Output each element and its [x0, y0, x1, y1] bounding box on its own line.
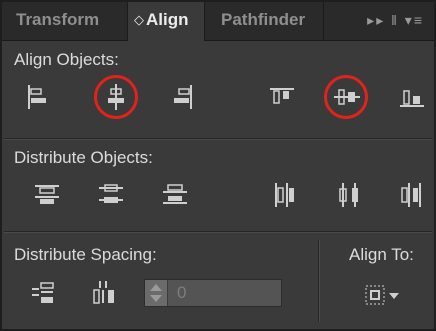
- vertical-distribute-center-icon: [99, 184, 123, 203]
- tab-bar: Transform ◇ Align Pathfinder ▸▸ ‖ ▾≡: [2, 2, 434, 41]
- tab-align[interactable]: ◇ Align: [128, 2, 204, 41]
- highlight-circle: [324, 75, 368, 119]
- tab-transform[interactable]: Transform: [2, 2, 128, 40]
- horizontal-distribute-right-icon: [401, 183, 421, 207]
- spacing-value[interactable]: 0: [177, 283, 186, 303]
- horizontal-distribute-space-button[interactable]: [90, 279, 120, 309]
- align-to-selection-icon: [365, 285, 399, 305]
- horizontal-distribute-right-button[interactable]: [397, 180, 427, 210]
- horizontal-distribute-center-button[interactable]: [335, 180, 365, 210]
- panel-menu-button[interactable]: ▸▸ ‖ ▾≡: [367, 2, 424, 40]
- horizontal-align-left-button[interactable]: [22, 82, 52, 112]
- horizontal-distribute-left-button[interactable]: [270, 180, 300, 210]
- highlight-circle: [94, 75, 138, 119]
- vertical-distribute-space-button[interactable]: [30, 279, 60, 309]
- tab-updown-icon: ◇: [134, 12, 144, 27]
- vertical-align-bottom-icon: [400, 90, 424, 107]
- vertical-distribute-bottom-icon: [163, 184, 187, 204]
- vertical-distribute-top-button[interactable]: [32, 180, 62, 210]
- align-panel: Transform ◇ Align Pathfinder ▸▸ ‖ ▾≡ Alig…: [0, 0, 436, 331]
- tab-pathfinder-label: Pathfinder: [221, 10, 306, 29]
- horizontal-distribute-left-icon: [275, 183, 294, 207]
- section-divider: [4, 138, 432, 140]
- align-objects-label: Align Objects:: [14, 50, 119, 69]
- vertical-distribute-bottom-button[interactable]: [160, 180, 190, 210]
- vertical-align-bottom-button[interactable]: [397, 82, 427, 112]
- spacing-value-field[interactable]: 0: [144, 279, 282, 307]
- vertical-align-top-icon: [270, 88, 294, 104]
- section-divider: [4, 231, 432, 233]
- align-to-dropdown[interactable]: [362, 282, 408, 310]
- horizontal-align-right-button[interactable]: [168, 82, 198, 112]
- vertical-distribute-space-icon: [32, 282, 54, 303]
- stepper-up-icon[interactable]: [150, 284, 162, 291]
- horizontal-distribute-center-icon: [339, 183, 358, 207]
- tab-transform-label: Transform: [16, 10, 100, 29]
- horizontal-align-right-icon: [174, 85, 192, 109]
- align-to-label: Align To:: [349, 245, 414, 264]
- horizontal-align-left-icon: [28, 85, 46, 109]
- horizontal-distribute-space-icon: [93, 281, 114, 304]
- distribute-spacing-label: Distribute Spacing:: [14, 245, 157, 264]
- stepper-down-icon[interactable]: [150, 295, 162, 302]
- vertical-distribute-top-icon: [35, 185, 59, 204]
- distribute-objects-label: Distribute Objects:: [14, 148, 153, 167]
- tab-align-label: Align: [146, 10, 189, 29]
- panel-menu-icon: ▸▸ ‖ ▾≡: [367, 12, 424, 28]
- vertical-divider: [318, 240, 320, 322]
- tab-pathfinder[interactable]: Pathfinder: [204, 2, 324, 40]
- chevron-down-icon: [389, 293, 399, 299]
- vertical-distribute-center-button[interactable]: [96, 180, 126, 210]
- vertical-align-top-button[interactable]: [267, 82, 297, 112]
- spacing-stepper[interactable]: [145, 280, 168, 306]
